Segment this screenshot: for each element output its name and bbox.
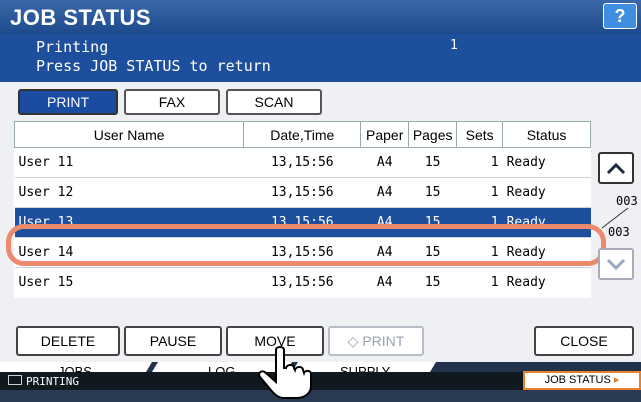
page-indicator: 003 003: [598, 192, 638, 242]
message-line-2: Press JOB STATUS to return: [36, 57, 271, 75]
scroll-up-button[interactable]: [598, 152, 634, 184]
cell-paper: A4: [360, 237, 409, 268]
scroll-down-button[interactable]: [598, 248, 634, 280]
chevron-up-icon: [606, 162, 626, 175]
cell-paper: A4: [360, 147, 409, 178]
page-current: 003: [616, 194, 638, 208]
page-title: JOB STATUS: [10, 5, 152, 30]
col-header-paper: Paper: [360, 121, 410, 148]
print-button[interactable]: ◇ PRINT: [328, 326, 424, 356]
tab-print[interactable]: PRINT: [18, 89, 118, 115]
table-row[interactable]: User 15 13,15:56 A4 15 1 Ready: [14, 267, 591, 298]
cell-sets: 1: [456, 177, 503, 208]
diamond-icon: ◇: [347, 333, 359, 349]
chevron-down-icon: [606, 258, 626, 271]
cell-user: User 13: [14, 207, 244, 238]
cell-datetime: 13,15:56: [243, 237, 361, 268]
cell-pages: 15: [408, 147, 457, 178]
cell-paper: A4: [360, 267, 409, 298]
job-count: 1: [450, 38, 458, 53]
cell-user: User 15: [14, 267, 244, 298]
cell-status: Ready: [502, 237, 591, 268]
cell-pages: 15: [408, 237, 457, 268]
cell-sets: 1: [456, 267, 503, 298]
cell-user: User 11: [14, 147, 244, 178]
page-total: 003: [608, 225, 630, 239]
cell-datetime: 13,15:56: [243, 267, 361, 298]
close-button[interactable]: CLOSE: [534, 326, 634, 356]
cell-paper: A4: [360, 207, 409, 238]
col-header-user-name: User Name: [13, 121, 245, 148]
col-header-status: Status: [502, 121, 591, 148]
status-text: PRINTING: [26, 375, 79, 388]
job-table: User Name Date,Time Paper Pages Sets Sta…: [13, 121, 591, 298]
job-status-screen: JOB STATUS ? Printing 1 Press JOB STATUS…: [0, 0, 641, 399]
col-header-date-time: Date,Time: [243, 121, 362, 148]
cell-datetime: 13,15:56: [243, 207, 361, 238]
cell-sets: 1: [456, 147, 503, 178]
cell-pages: 15: [408, 207, 457, 238]
hand-cursor-icon: [258, 346, 312, 399]
delete-button[interactable]: DELETE: [16, 326, 120, 356]
table-row[interactable]: User 14 13,15:56 A4 15 1 Ready: [14, 237, 591, 268]
printer-icon: [8, 375, 22, 385]
tab-scan[interactable]: SCAN: [226, 89, 322, 115]
table-header: User Name Date,Time Paper Pages Sets Sta…: [13, 121, 591, 148]
cell-status: Ready: [502, 267, 591, 298]
cell-datetime: 13,15:56: [243, 177, 361, 208]
cell-user: User 12: [14, 177, 244, 208]
arrow-right-icon: ▸: [613, 374, 620, 386]
print-button-label: PRINT: [362, 333, 405, 349]
cell-status: Ready: [502, 177, 591, 208]
cell-sets: 1: [456, 237, 503, 268]
table-row-selected[interactable]: User 13 13,15:56 A4 15 1 Ready: [14, 207, 591, 238]
cell-pages: 15: [408, 177, 457, 208]
table-row[interactable]: User 11 13,15:56 A4 15 1 Ready: [14, 147, 591, 178]
job-status-button[interactable]: JOB STATUS ▸: [523, 371, 641, 390]
cell-paper: A4: [360, 177, 409, 208]
table-row[interactable]: User 12 13,15:56 A4 15 1 Ready: [14, 177, 591, 208]
cell-user: User 14: [14, 237, 244, 268]
pause-button[interactable]: PAUSE: [124, 326, 222, 356]
cell-pages: 15: [408, 267, 457, 298]
col-header-sets: Sets: [456, 121, 504, 148]
cell-datetime: 13,15:56: [243, 147, 361, 178]
cell-status: Ready: [502, 207, 591, 238]
tab-fax[interactable]: FAX: [124, 89, 220, 115]
message-line-1: Printing: [36, 38, 109, 56]
message-area: Printing 1 Press JOB STATUS to return: [0, 34, 641, 82]
title-bar: JOB STATUS ?: [0, 0, 641, 34]
help-button[interactable]: ?: [603, 3, 637, 29]
cell-sets: 1: [456, 207, 503, 238]
job-status-label: JOB STATUS: [544, 374, 611, 386]
col-header-pages: Pages: [408, 121, 458, 148]
cell-status: Ready: [502, 147, 591, 178]
